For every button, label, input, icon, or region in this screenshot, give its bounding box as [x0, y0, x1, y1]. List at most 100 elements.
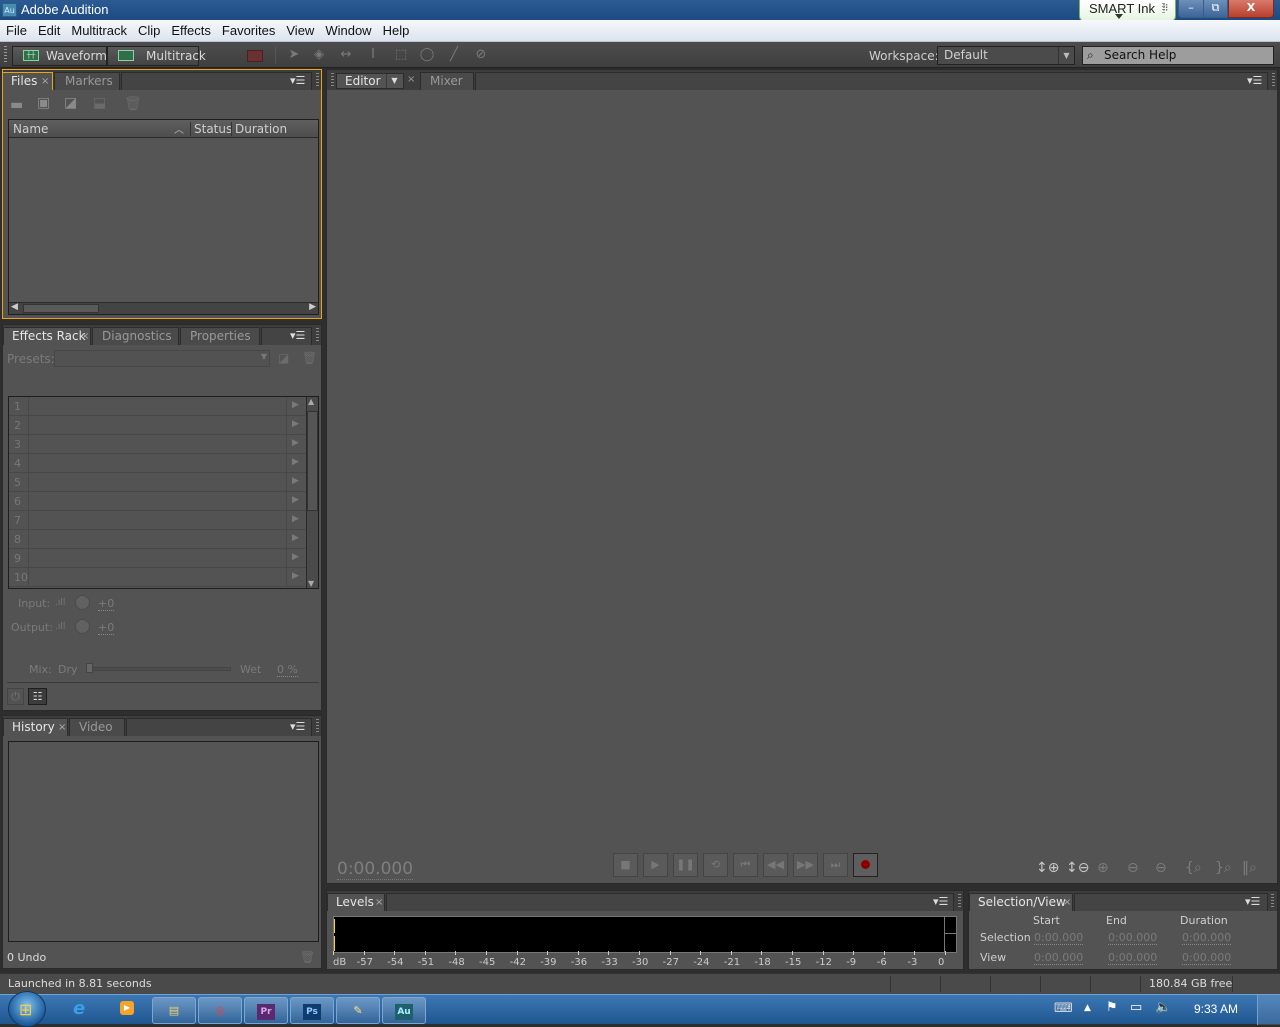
editor-canvas[interactable] — [327, 90, 1277, 883]
fast-forward-button[interactable]: ▶▶ — [793, 853, 818, 877]
time-selection-tool-icon[interactable]: I — [364, 47, 382, 63]
close-tab-icon[interactable]: × — [58, 720, 66, 736]
tab-markers[interactable]: Markers — [54, 72, 120, 90]
go-to-end-button[interactable]: ⏭ — [823, 853, 848, 877]
taskbar-audition[interactable]: Au — [382, 997, 426, 1024]
menu-clip[interactable]: Clip — [132, 20, 165, 38]
zoom-in-at-out-point-icon[interactable]: }⌕ — [1215, 860, 1232, 876]
tab-video[interactable]: Video — [69, 718, 125, 736]
new-file-icon[interactable]: ◪ — [64, 95, 77, 111]
insert-into-multitrack-icon[interactable]: ⬓ — [93, 95, 106, 111]
slot-menu-arrow-icon[interactable]: ▶ — [292, 514, 299, 524]
taskbar-photoshop[interactable]: Ps — [290, 997, 334, 1024]
zoom-out-amplitude-icon[interactable]: ↕⊖ — [1066, 860, 1089, 876]
effect-slot[interactable]: 2 ▶ — [9, 416, 306, 435]
power-icon[interactable]: ⏻ — [7, 688, 24, 705]
lasso-tool-icon[interactable]: ◯ — [418, 47, 436, 63]
taskbar-premiere[interactable]: Pr — [244, 997, 288, 1024]
tab-properties[interactable]: Properties — [180, 327, 260, 345]
pause-button[interactable]: ❚❚ — [673, 853, 698, 877]
slot-menu-arrow-icon[interactable]: ▶ — [292, 571, 299, 581]
close-tab-icon[interactable]: × — [1063, 895, 1071, 911]
effect-slot[interactable]: 8 ▶ — [9, 530, 306, 549]
tab-mixer[interactable]: Mixer — [420, 72, 474, 90]
mix-slider[interactable] — [86, 663, 231, 673]
slot-menu-arrow-icon[interactable]: ▶ — [292, 400, 299, 410]
column-duration[interactable]: Duration — [231, 122, 287, 136]
effect-slot[interactable]: 5 ▶ — [9, 473, 306, 492]
record-button[interactable] — [853, 853, 878, 877]
smart-ink-toolbar[interactable]: SMART Ink ⠿ — [1079, 0, 1176, 22]
import-file-icon[interactable]: ▣ — [37, 95, 50, 111]
show-desktop-button[interactable] — [1257, 995, 1280, 1025]
menu-edit[interactable]: Edit — [32, 20, 65, 38]
clear-history-icon[interactable]: 🗑 — [300, 950, 315, 964]
output-value[interactable]: +0 — [98, 621, 115, 635]
close-tab-icon[interactable]: × — [81, 329, 89, 345]
spectral-display-icon[interactable] — [247, 50, 263, 62]
clip-indicator[interactable] — [944, 917, 956, 952]
internet-explorer-icon[interactable]: e — [73, 998, 85, 1019]
zoom-in-amplitude-icon[interactable]: ↕⊕ — [1036, 860, 1059, 876]
view-end[interactable]: 0:00.000 — [1108, 951, 1158, 965]
brush-tool-icon[interactable]: ╱ — [445, 47, 463, 63]
panel-menu-icon[interactable]: ▾☰ — [933, 895, 948, 908]
effect-slot[interactable]: 1 ▶ — [9, 397, 306, 416]
loop-button[interactable]: ⟲ — [703, 853, 728, 877]
vertical-scrollbar[interactable]: ▲ ▼ — [306, 397, 318, 588]
waveform-button[interactable]: ┼┼ Waveform — [12, 46, 107, 66]
column-name[interactable]: Name — [13, 122, 48, 136]
mix-slider-handle[interactable] — [86, 663, 93, 673]
column-status[interactable]: Status — [190, 122, 232, 136]
slot-menu-arrow-icon[interactable]: ▶ — [292, 495, 299, 505]
panel-grip[interactable] — [316, 328, 319, 342]
tab-files[interactable]: Files × — [3, 72, 53, 90]
restore-button[interactable]: ⧉ — [1203, 0, 1228, 18]
sort-ascending-icon[interactable]: ︿ — [174, 121, 184, 136]
move-tool-icon[interactable]: ➤ — [285, 47, 303, 63]
view-duration[interactable]: 0:00.000 — [1182, 951, 1232, 965]
tab-effects-rack[interactable]: Effects Rack × — [3, 327, 91, 345]
play-button[interactable]: ▶ — [643, 853, 668, 877]
spot-healing-icon[interactable]: ⊘ — [472, 47, 490, 63]
menu-favorites[interactable]: Favorites — [216, 20, 280, 38]
slot-menu-arrow-icon[interactable]: ▶ — [292, 552, 299, 562]
menu-effects[interactable]: Effects — [165, 20, 216, 38]
scroll-left-icon[interactable]: ◀ — [11, 302, 18, 312]
selection-end[interactable]: 0:00.000 — [1108, 931, 1158, 945]
dropdown-arrow-icon[interactable] — [1115, 14, 1123, 19]
panel-menu-icon[interactable]: ▾☰ — [290, 720, 305, 733]
workspace-select[interactable]: Default ▼ — [937, 46, 1075, 65]
panel-grip[interactable] — [316, 719, 319, 733]
panel-grip[interactable] — [316, 73, 319, 87]
chevron-down-icon[interactable]: ▼ — [386, 74, 402, 88]
slot-menu-arrow-icon[interactable]: ▶ — [292, 419, 299, 429]
search-help-input[interactable]: ⌕ Search Help — [1082, 46, 1274, 65]
clock[interactable]: 9:33 AM — [1194, 1002, 1238, 1016]
show-hidden-icons[interactable]: ▲ — [1084, 1003, 1091, 1013]
presets-select[interactable]: ▼ — [54, 350, 270, 367]
panel-menu-icon[interactable]: ▾☰ — [1245, 895, 1260, 908]
go-to-start-button[interactable]: ⏮ — [733, 853, 758, 877]
zoom-out-full-icon[interactable]: ⊖ — [1155, 860, 1167, 876]
output-knob[interactable] — [75, 619, 90, 634]
zoom-out-time-icon[interactable]: ⊖ — [1127, 860, 1139, 876]
delete-preset-icon[interactable]: 🗑 — [302, 351, 317, 365]
marquee-tool-icon[interactable]: ⬚ — [392, 47, 410, 63]
media-player-icon[interactable]: ▶ — [120, 1001, 134, 1015]
minimize-button[interactable]: – — [1178, 0, 1204, 18]
effect-slot[interactable]: 6 ▶ — [9, 492, 306, 511]
taskbar-paint[interactable]: ✎ — [336, 997, 380, 1024]
panel-grip[interactable] — [958, 894, 961, 908]
tab-selection-view[interactable]: Selection/View × — [969, 893, 1073, 911]
slot-menu-arrow-icon[interactable]: ▶ — [292, 457, 299, 467]
close-button[interactable]: X — [1228, 0, 1274, 18]
tab-history[interactable]: History × — [3, 718, 68, 736]
scroll-up-icon[interactable]: ▲ — [308, 397, 314, 406]
menu-view[interactable]: View — [280, 20, 319, 38]
effect-slot[interactable]: 3 ▶ — [9, 435, 306, 454]
scrollbar-thumb[interactable] — [23, 304, 99, 313]
scroll-right-icon[interactable]: ▶ — [309, 302, 316, 312]
menu-file[interactable]: File — [0, 20, 32, 38]
action-center-flag-icon[interactable]: ⚑ — [1106, 1000, 1118, 1015]
